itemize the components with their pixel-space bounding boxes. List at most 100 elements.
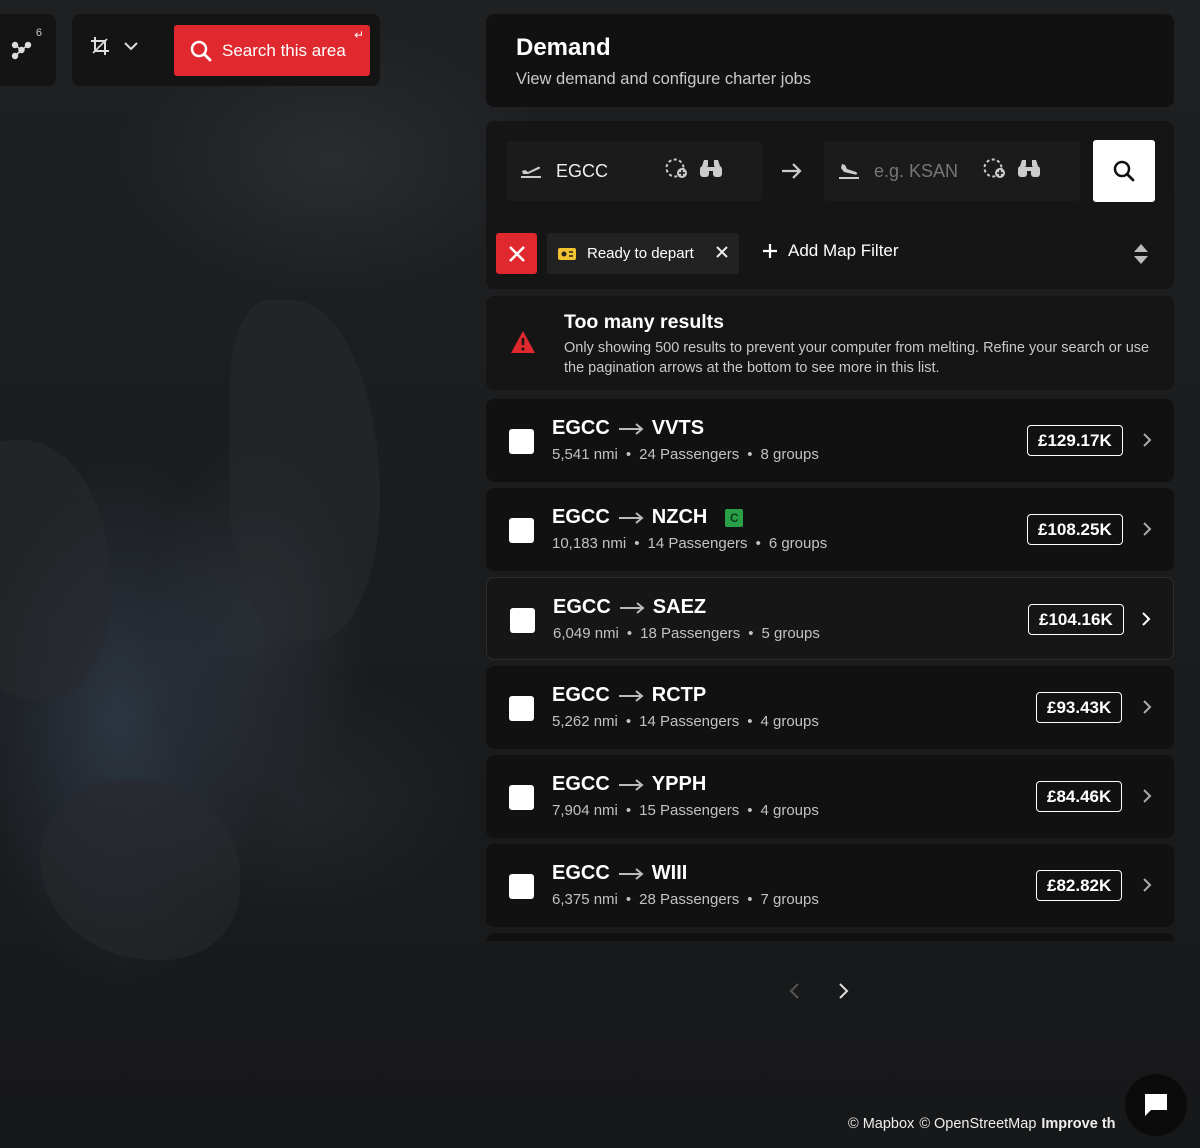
separator-dot: • (747, 891, 753, 908)
separator-dot: • (625, 891, 632, 908)
separator-dot: • (747, 802, 753, 819)
radius-add-icon[interactable] (664, 157, 690, 186)
result-origin: EGCC (552, 862, 610, 884)
previous-page-button[interactable] (788, 982, 800, 1005)
search-this-area-button[interactable]: Search this area ↵ (174, 25, 370, 76)
result-price: £93.43K (1036, 692, 1123, 723)
result-groups: 8 groups (760, 446, 819, 463)
result-origin: EGCC (552, 684, 610, 706)
map-tools: Search this area ↵ (72, 14, 380, 86)
takeoff-icon (521, 166, 541, 178)
route-arrow-icon (618, 778, 644, 791)
result-passengers: 14 Passengers (647, 535, 748, 552)
result-meta: 6,375 nmi • 28 Passengers • 7 groups (552, 891, 819, 908)
sort-icon[interactable] (1132, 242, 1150, 266)
result-destination: SAEZ (652, 596, 707, 618)
result-meta: 10,183 nmi • 14 Passengers • 6 groups (552, 535, 827, 552)
chevron-right-icon (1143, 878, 1152, 892)
result-row[interactable]: EGCC VVTS 5,541 nmi • 24 Passengers • 8 grou… (486, 399, 1174, 482)
chat-launcher-button[interactable] (1125, 1074, 1187, 1136)
search-this-area-label: Search this area (222, 40, 346, 60)
result-checkbox[interactable] (510, 608, 535, 633)
route-search-button[interactable] (1093, 140, 1155, 202)
result-origin: EGCC (552, 773, 610, 795)
improve-map-link[interactable]: Improve th (1041, 1116, 1115, 1132)
demand-header: Demand View demand and configure charter… (486, 14, 1174, 107)
result-destination: VVTS (651, 417, 705, 439)
route-arrow-icon (618, 689, 644, 702)
route-search-panel: EGCC e.g. KSAN Ready to depart Add Map F… (486, 121, 1174, 289)
result-row-partial (486, 933, 1174, 941)
radius-add-icon[interactable] (982, 157, 1008, 186)
result-distance: 6,375 nmi (552, 891, 618, 908)
result-destination: YPPH (651, 773, 707, 795)
chevron-right-icon (839, 983, 849, 999)
page-title: Demand (516, 34, 611, 61)
separator-dot: • (747, 446, 753, 463)
ticket-icon (558, 247, 576, 260)
separator-dot: • (748, 625, 754, 642)
filter-bar: Ready to depart Add Map Filter (496, 233, 1164, 275)
result-distance: 10,183 nmi (552, 535, 627, 552)
separator-dot: • (625, 446, 632, 463)
result-origin: EGCC (552, 417, 610, 439)
result-destination: NZCH (651, 506, 708, 528)
result-destination: WIII (651, 862, 688, 884)
osm-attribution-link[interactable]: © OpenStreetMap (919, 1116, 1036, 1132)
result-destination: RCTP (651, 684, 707, 706)
result-distance: 5,262 nmi (552, 713, 618, 730)
route-arrow-icon (619, 601, 645, 614)
crop-dropdown[interactable] (90, 36, 138, 56)
add-map-filter-button[interactable]: Add Map Filter (762, 241, 899, 261)
chevron-left-icon (789, 983, 799, 999)
next-page-button[interactable] (838, 982, 850, 1005)
result-checkbox[interactable] (509, 429, 534, 454)
cluster-toggle[interactable]: 6 (0, 14, 56, 86)
result-checkbox[interactable] (509, 874, 534, 899)
result-route: EGCC SAEZ (553, 596, 706, 619)
chevron-right-icon (1142, 612, 1151, 626)
result-origin: EGCC (552, 506, 610, 528)
arrow-right-icon (782, 163, 802, 179)
binoculars-icon[interactable] (698, 158, 724, 185)
separator-dot: • (747, 713, 753, 730)
origin-field[interactable]: EGCC (506, 141, 762, 201)
result-row[interactable]: EGCC NZCH C 10,183 nmi • 14 Passengers • 6 g… (486, 488, 1174, 571)
result-distance: 6,049 nmi (553, 625, 619, 642)
mapbox-attribution-link[interactable]: © Mapbox (848, 1116, 914, 1132)
chevron-down-icon (124, 42, 138, 51)
page-subtitle: View demand and configure charter jobs (516, 70, 812, 88)
separator-dot: • (626, 625, 633, 642)
result-groups: 7 groups (760, 891, 819, 908)
result-price: £108.25K (1027, 514, 1123, 545)
result-row[interactable]: EGCC SAEZ 6,049 nmi • 18 Passengers • 5 grou… (486, 577, 1174, 660)
result-groups: 6 groups (768, 535, 828, 552)
remove-filter-icon[interactable] (715, 245, 729, 259)
category-badge: C (725, 508, 744, 527)
crop-icon (91, 37, 109, 55)
result-distance: 5,541 nmi (552, 446, 618, 463)
filter-chip-ready-to-depart[interactable]: Ready to depart (547, 233, 739, 274)
map-attribution: © Mapbox © OpenStreetMap Improve th (848, 1116, 1116, 1132)
destination-input[interactable]: e.g. KSAN (874, 161, 974, 182)
result-row[interactable]: EGCC YPPH 7,904 nmi • 15 Passengers • 4 grou… (486, 755, 1174, 838)
result-checkbox[interactable] (509, 696, 534, 721)
cluster-count: 6 (35, 27, 42, 39)
plus-icon (763, 244, 777, 258)
result-distance: 7,904 nmi (552, 802, 618, 819)
clear-filters-button[interactable] (496, 233, 537, 274)
result-checkbox[interactable] (509, 785, 534, 810)
result-route: EGCC RCTP (552, 684, 706, 707)
origin-input[interactable]: EGCC (556, 161, 656, 182)
chevron-right-icon (1143, 789, 1152, 803)
separator-dot: • (625, 713, 632, 730)
result-price: £129.17K (1027, 425, 1123, 456)
enter-key-hint: ↵ (353, 28, 364, 42)
result-row[interactable]: EGCC RCTP 5,262 nmi • 14 Passengers • 4 grou… (486, 666, 1174, 749)
result-meta: 5,541 nmi • 24 Passengers • 8 groups (552, 446, 819, 463)
destination-field[interactable]: e.g. KSAN (824, 141, 1080, 201)
result-row[interactable]: EGCC WIII 6,375 nmi • 28 Passengers • 7 grou… (486, 844, 1174, 927)
result-checkbox[interactable] (509, 518, 534, 543)
binoculars-icon[interactable] (1016, 158, 1042, 185)
chevron-right-icon (1143, 700, 1152, 714)
